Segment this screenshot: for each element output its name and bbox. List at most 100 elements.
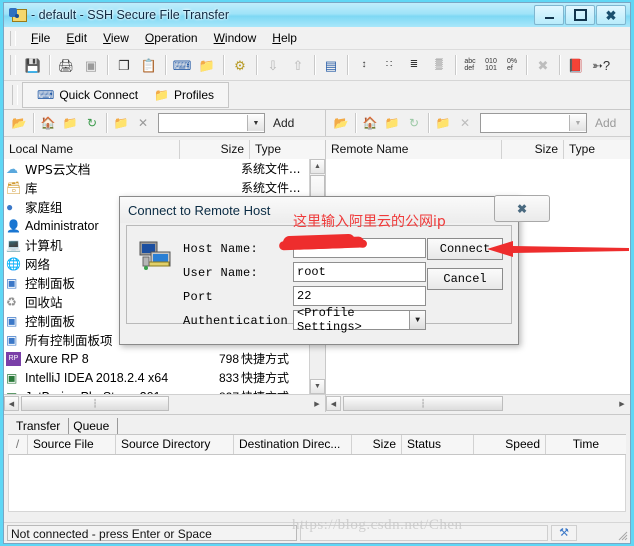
file-type: 系统文件... [241, 181, 301, 195]
scroll-down-icon[interactable]: ▼ [310, 379, 325, 394]
sort-icon[interactable]: ↕ [352, 53, 376, 77]
chevron-down-icon[interactable]: ▼ [409, 311, 425, 329]
list-item[interactable]: ☁ WPS云文档 系统文件... [4, 159, 325, 178]
list-item[interactable]: RP Axure RP 8 798 快捷方式 [4, 349, 325, 368]
column-sort[interactable]: / [8, 435, 28, 454]
column-source-directory[interactable]: Source Directory [116, 435, 234, 454]
tab-queue[interactable]: Queue [69, 418, 119, 434]
column-remote-name[interactable]: Remote Name [326, 140, 502, 159]
remote-new-folder-icon[interactable]: 📁 [432, 113, 454, 134]
list-item[interactable]: ▣JetBrains PhpStorm 201...827快捷方式 [4, 387, 325, 395]
quickbar-grip[interactable] [12, 85, 18, 105]
new-file-transfer-icon[interactable]: 📁 [195, 53, 219, 77]
auto-transfer-icon[interactable]: 0% ef [502, 53, 522, 77]
local-add-button[interactable]: Add [269, 116, 298, 130]
chevron-down-icon[interactable]: ▼ [568, 115, 586, 131]
file-name: IntelliJ IDEA 2018.2.4 x64 [25, 370, 169, 385]
cancel-button[interactable]: Cancel [427, 268, 503, 290]
save-icon[interactable]: 💾 [21, 53, 45, 77]
scroll-right-icon[interactable]: ▶ [614, 400, 630, 408]
minimize-button[interactable] [534, 5, 564, 25]
remote-add-button[interactable]: Add [591, 116, 620, 130]
user-name-input[interactable]: root [293, 262, 426, 282]
menu-edit[interactable]: Edit [58, 29, 95, 47]
remote-delete-icon[interactable]: ✕ [454, 113, 476, 134]
download-icon[interactable]: ⇩ [261, 53, 285, 77]
scroll-right-icon[interactable]: ▶ [309, 400, 325, 408]
shortcut-icon: ▣ [6, 370, 18, 385]
column-destination-directory[interactable]: Destination Direc... [234, 435, 352, 454]
detail-icon[interactable]: ≣ [402, 53, 426, 77]
menu-window[interactable]: Window [206, 29, 265, 47]
tab-transfer[interactable]: Transfer [12, 418, 70, 434]
copy-icon[interactable]: ❐ [112, 53, 136, 77]
local-refresh-icon[interactable]: ↻ [81, 113, 103, 134]
scroll-thumb[interactable]: ┆ [343, 396, 503, 411]
column-time[interactable]: Time [546, 435, 604, 454]
menu-help[interactable]: Help [264, 29, 305, 47]
close-button[interactable]: ✖ [596, 5, 626, 25]
local-new-folder-icon[interactable]: 📁 [110, 113, 132, 134]
local-home-icon[interactable]: 🏠 [37, 113, 59, 134]
authentication-select[interactable]: <Profile Settings> ▼ [293, 306, 426, 334]
help-book-icon[interactable]: 📕 [564, 53, 588, 77]
resize-grip[interactable] [616, 529, 628, 541]
address-bars: 📂 🏠 📁 ↻ 📁 ✕ ▼ Add 📂 🏠 📁 ↻ 📁 ✕ ▼ Add [4, 110, 630, 137]
list-view-icon[interactable]: ▤ [319, 53, 343, 77]
menu-view[interactable]: View [95, 29, 137, 47]
column-type[interactable]: Type [250, 140, 311, 159]
local-path-combo[interactable]: ▼ [158, 113, 265, 133]
settings-icon[interactable]: ⚙ [228, 53, 252, 77]
column-local-name[interactable]: Local Name [4, 140, 180, 159]
toolbar-grip[interactable] [10, 55, 16, 75]
scroll-left-icon[interactable]: ◀ [326, 396, 341, 411]
menu-operation[interactable]: Operation [137, 29, 206, 47]
local-up-folder-icon[interactable]: 📂 [8, 113, 30, 134]
small-icons-icon[interactable]: ∷ [377, 53, 401, 77]
context-help-icon[interactable]: ➳? [589, 53, 613, 77]
column-size[interactable]: Size [352, 435, 402, 454]
remote-refresh-icon[interactable]: ↻ [403, 113, 425, 134]
remote-home-icon[interactable]: 🏠 [359, 113, 381, 134]
remote-horizontal-scrollbar[interactable]: ◀ ┆ ▶ [326, 394, 630, 412]
port-input[interactable]: 22 [293, 286, 426, 306]
column-source-file[interactable]: Source File [28, 435, 116, 454]
grid-icon[interactable]: ▒ [427, 53, 451, 77]
port-label: Port [183, 290, 214, 304]
list-item[interactable]: 🗃 库 系统文件... [4, 178, 325, 197]
maximize-button[interactable] [565, 5, 595, 25]
chevron-down-icon[interactable]: ▼ [247, 115, 264, 131]
column-status[interactable]: Status [402, 435, 474, 454]
file-name: 计算机 [25, 238, 63, 253]
local-delete-icon[interactable]: ✕ [132, 113, 154, 134]
column-speed[interactable]: Speed [474, 435, 546, 454]
local-horizontal-scrollbar[interactable]: ◀ ┆ ▶ [4, 394, 325, 412]
ascii-icon[interactable]: abc def [460, 53, 480, 77]
scroll-up-icon[interactable]: ▲ [310, 159, 325, 174]
file-name: 回收站 [25, 295, 63, 310]
scroll-thumb[interactable]: ┆ [21, 396, 169, 411]
remote-path-combo[interactable]: ▼ [479, 113, 587, 133]
dialog-close-button[interactable]: ✖ [494, 195, 550, 222]
remote-up-folder-icon[interactable]: 📂 [330, 113, 352, 134]
menu-file[interactable]: FFileile [23, 29, 58, 47]
remote-parent-folder-icon[interactable]: 📁 [381, 113, 403, 134]
profiles-button[interactable]: 📁 Profiles [146, 88, 222, 102]
print-icon[interactable]: 🖨 [54, 53, 78, 77]
scroll-left-icon[interactable]: ◀ [4, 396, 19, 411]
local-parent-folder-icon[interactable]: 📁 [59, 113, 81, 134]
upload-icon[interactable]: ⇧ [286, 53, 310, 77]
disconnect-icon[interactable]: ✖ [531, 53, 555, 77]
binary-icon[interactable]: 010 101 [481, 53, 501, 77]
menubar-grip[interactable] [10, 30, 16, 46]
paste-icon[interactable]: 📋 [137, 53, 161, 77]
column-type[interactable]: Type [564, 140, 630, 159]
new-terminal-icon[interactable]: ⌨ [170, 53, 194, 77]
quick-connect-button[interactable]: ⌨ Quick Connect [29, 88, 146, 102]
transfer-list[interactable] [8, 455, 626, 512]
column-size[interactable]: Size [180, 140, 250, 159]
column-size[interactable]: Size [502, 140, 564, 159]
list-item[interactable]: ▣ IntelliJ IDEA 2018.2.4 x64 833 快捷方式 [4, 368, 325, 387]
authentication-value: <Profile Settings> [297, 306, 362, 334]
print-preview-icon[interactable]: ▣ [79, 53, 103, 77]
